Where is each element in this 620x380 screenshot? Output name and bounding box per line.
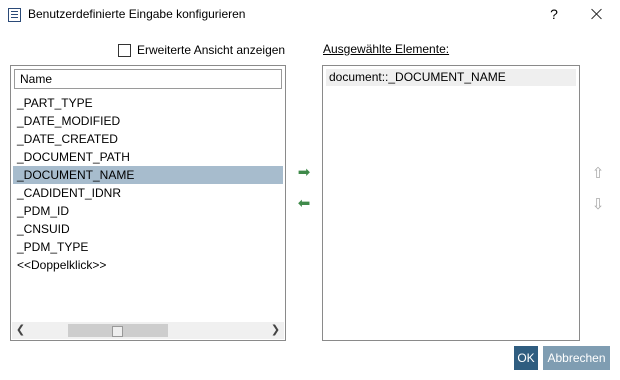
list-item[interactable]: _CADIDENT_IDNR: [13, 184, 283, 202]
arrow-up-icon[interactable]: ⇧: [588, 166, 608, 182]
extended-view-checkbox[interactable]: [118, 43, 131, 57]
list-item[interactable]: _PDM_TYPE: [13, 238, 283, 256]
extended-view-option[interactable]: Erweiterte Ansicht anzeigen: [118, 42, 285, 58]
dialog-icon: [8, 8, 21, 22]
column-header-name[interactable]: Name: [14, 69, 282, 89]
dialog-title: Benutzerdefinierte Eingabe konfigurieren: [28, 7, 246, 21]
horizontal-scrollbar[interactable]: ❮ ❯: [12, 322, 284, 339]
selected-elements-list[interactable]: document::_DOCUMENT_NAME: [322, 65, 580, 341]
list-item[interactable]: _DATE_CREATED: [13, 130, 283, 148]
selected-elements-label: Ausgewählte Elemente:: [323, 42, 450, 56]
scroll-right-icon[interactable]: ❯: [267, 322, 284, 339]
available-items: _PART_TYPE _DATE_MODIFIED _DATE_CREATED …: [13, 94, 283, 274]
extended-view-label: Erweiterte Ansicht anzeigen: [137, 43, 286, 57]
scrollbar-thumb[interactable]: [68, 324, 168, 337]
arrow-right-icon[interactable]: ➡: [294, 165, 314, 181]
close-icon[interactable]: [587, 4, 607, 24]
cancel-button[interactable]: Abbrechen: [543, 346, 610, 370]
arrow-left-icon[interactable]: ⬅: [294, 196, 314, 212]
list-item[interactable]: _DOCUMENT_PATH: [13, 148, 283, 166]
scroll-left-icon[interactable]: ❮: [12, 322, 29, 339]
list-item[interactable]: _PDM_ID: [13, 202, 283, 220]
title-bar: Benutzerdefinierte Eingabe konfigurieren…: [0, 0, 620, 30]
list-item[interactable]: _CNSUID: [13, 220, 283, 238]
ok-button[interactable]: OK: [514, 346, 538, 370]
help-button[interactable]: ?: [545, 4, 563, 24]
list-item[interactable]: document::_DOCUMENT_NAME: [326, 69, 576, 86]
list-item[interactable]: <<Doppelklick>>: [13, 256, 283, 274]
available-elements-list[interactable]: Name _PART_TYPE _DATE_MODIFIED _DATE_CRE…: [10, 65, 286, 341]
list-item-selected[interactable]: _DOCUMENT_NAME: [13, 166, 283, 184]
arrow-down-icon[interactable]: ⇩: [588, 197, 608, 213]
list-item[interactable]: _DATE_MODIFIED: [13, 112, 283, 130]
list-item[interactable]: _PART_TYPE: [13, 94, 283, 112]
